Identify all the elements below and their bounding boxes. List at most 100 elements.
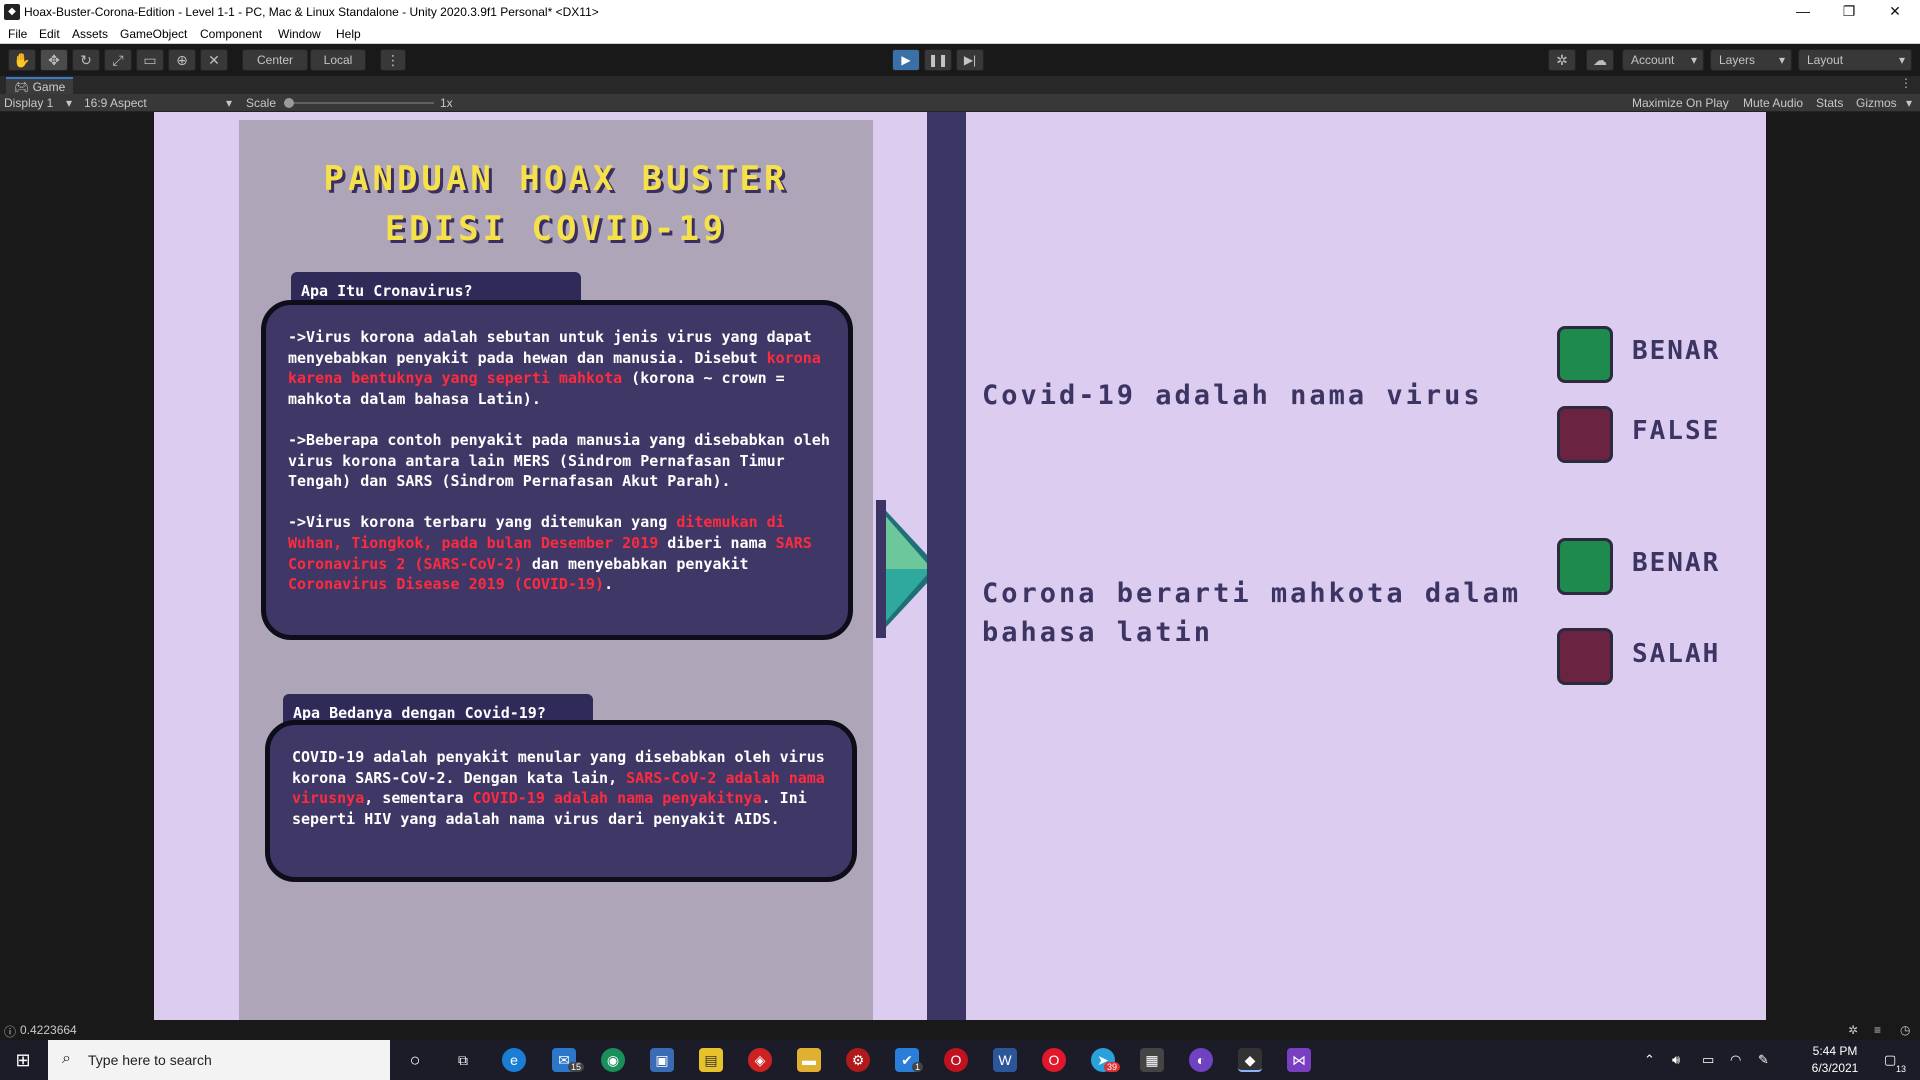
scale-tool-button[interactable]: ⤢: [104, 49, 132, 71]
q2-true-label: BENAR: [1632, 548, 1721, 578]
move-tool-button[interactable]: ✥: [40, 49, 68, 71]
menu-help[interactable]: Help: [336, 27, 361, 41]
maps-icon[interactable]: ◉: [601, 1048, 625, 1072]
display-dropdown[interactable]: Display 1: [4, 96, 53, 110]
guide-title: PANDUAN HOAX BUSTER EDISI COVID-19: [239, 154, 873, 254]
hand-tool-button[interactable]: ✋: [8, 49, 36, 71]
store-icon[interactable]: ▣: [650, 1048, 674, 1072]
pause-button[interactable]: ❚❚: [924, 49, 952, 71]
q1-false-label: FALSE: [1632, 416, 1721, 446]
unity-taskbar-icon[interactable]: ◆: [1238, 1048, 1262, 1072]
custom-tool-button[interactable]: ✕: [200, 49, 228, 71]
menu-file[interactable]: File: [8, 27, 27, 41]
layout-label: Layout: [1807, 53, 1844, 67]
transform-tool-button[interactable]: ⊕: [168, 49, 196, 71]
panel-divider: [927, 112, 966, 1020]
visual-studio-icon[interactable]: ⋈: [1287, 1048, 1311, 1072]
mute-audio-toggle[interactable]: Mute Audio: [1743, 96, 1803, 110]
chevron-down-icon: ▾: [66, 96, 73, 110]
question-2: Corona berarti mahkota dalam bahasa lati…: [982, 574, 1521, 652]
edge-icon[interactable]: e: [502, 1048, 526, 1072]
menu-assets[interactable]: Assets: [72, 27, 108, 41]
move-icon: ✥: [48, 52, 60, 68]
text: dan menyebabkan penyakit: [522, 554, 749, 573]
twitch-icon[interactable]: ▦: [1140, 1048, 1164, 1072]
main-toolbar: ✋ ✥ ↻ ⤢ ▭ ⊕ ✕ Center Local ⋮ ▶ ❚❚ ▶| ✲ ☁…: [0, 44, 1920, 76]
pivot-local-button[interactable]: Local: [310, 49, 366, 71]
q1-true-button[interactable]: [1557, 326, 1613, 383]
account-dropdown[interactable]: Account ▾: [1622, 49, 1704, 71]
scale-value: 1x: [440, 96, 453, 110]
game-app-icon[interactable]: ◈: [748, 1048, 772, 1072]
restore-button[interactable]: ❐: [1826, 0, 1872, 24]
highlight-text: Coronavirus Disease 2019 (COVID-19): [288, 575, 605, 594]
chevron-down-icon: ▾: [1898, 53, 1905, 67]
scale-slider[interactable]: [284, 102, 434, 104]
maximize-on-play-toggle[interactable]: Maximize On Play: [1632, 96, 1729, 110]
section2-bubble: COVID-19 adalah penyakit menular yang di…: [265, 720, 857, 882]
volume-icon[interactable]: 🔊︎: [1672, 1052, 1680, 1068]
stack-icon[interactable]: ≡: [1874, 1023, 1881, 1037]
q1-true-label: BENAR: [1632, 336, 1721, 366]
text: ->Virus korona terbaru yang ditemukan ya…: [288, 513, 677, 532]
sticky-notes-icon[interactable]: ▤: [699, 1048, 723, 1072]
menu-bar: File Edit Assets GameObject Component Wi…: [0, 24, 1920, 44]
tab-game[interactable]: 🎮︎ Game: [6, 77, 74, 94]
chevron-up-icon[interactable]: ⌃: [1644, 1052, 1655, 1068]
minimize-button[interactable]: —: [1780, 0, 1826, 24]
stats-toggle[interactable]: Stats: [1816, 96, 1843, 110]
menu-window[interactable]: Window: [278, 27, 321, 41]
search-icon: ⌕: [62, 1050, 71, 1067]
wifi-icon[interactable]: ◠: [1730, 1052, 1741, 1068]
notification-icon[interactable]: ▢: [1884, 1052, 1896, 1068]
pen-icon[interactable]: ✎: [1758, 1052, 1769, 1068]
layers-dropdown[interactable]: Layers ▾: [1710, 49, 1792, 71]
q2-true-button[interactable]: [1557, 538, 1613, 595]
grid-snap-button[interactable]: ⋮: [380, 49, 406, 71]
window-title: Hoax-Buster-Corona-Edition - Level 1-1 -…: [24, 5, 599, 19]
cortana-icon[interactable]: ○: [403, 1048, 427, 1072]
scale-icon: ⤢: [112, 52, 124, 68]
grid-icon: ⋮: [386, 52, 400, 68]
section1-paragraph2: ->Beberapa contoh penyakit pada manusia …: [288, 430, 830, 491]
center-label: Center: [256, 53, 294, 67]
debug-icon[interactable]: ✲: [1848, 1023, 1858, 1037]
rect-tool-button[interactable]: ▭: [136, 49, 164, 71]
q2-false-button[interactable]: [1557, 628, 1613, 685]
play-button[interactable]: ▶: [892, 49, 920, 71]
rotate-tool-button[interactable]: ↻: [72, 49, 100, 71]
battery-icon[interactable]: ▭: [1702, 1052, 1714, 1068]
word-icon[interactable]: W: [993, 1048, 1017, 1072]
collab-icon: ✲: [1556, 52, 1568, 68]
refresh-icon[interactable]: ◷: [1900, 1023, 1910, 1037]
opera-icon[interactable]: O: [1042, 1048, 1066, 1072]
aspect-dropdown[interactable]: 16:9 Aspect: [84, 96, 147, 110]
menu-component[interactable]: Component: [200, 27, 262, 41]
q1-false-button[interactable]: [1557, 406, 1613, 463]
step-button[interactable]: ▶|: [956, 49, 984, 71]
file-explorer-icon[interactable]: ▬: [797, 1048, 821, 1072]
red-app-icon[interactable]: ⚙: [846, 1048, 870, 1072]
github-icon[interactable]: ◐: [1189, 1048, 1213, 1072]
task-view-icon[interactable]: ⧉: [451, 1048, 475, 1072]
collab-button[interactable]: ✲: [1548, 49, 1576, 71]
transform-icon: ⊕: [176, 52, 188, 68]
scale-slider-handle[interactable]: [284, 98, 294, 108]
layout-dropdown[interactable]: Layout ▾: [1798, 49, 1912, 71]
opera-gx-icon[interactable]: O: [944, 1048, 968, 1072]
close-button[interactable]: ✕: [1872, 0, 1918, 24]
cloud-button[interactable]: ☁: [1586, 49, 1614, 71]
menu-gameobject[interactable]: GameObject: [120, 27, 187, 41]
console-message[interactable]: 0.4223664: [20, 1023, 77, 1037]
tab-menu-icon[interactable]: ⋮: [1900, 76, 1912, 90]
layers-label: Layers: [1719, 53, 1756, 67]
hand-icon: ✋: [13, 52, 31, 68]
chevron-down-icon: ▾: [1690, 53, 1697, 67]
windows-start-button[interactable]: ⊞: [0, 1040, 46, 1080]
taskbar-clock[interactable]: 5:44 PM 6/3/2021: [1800, 1043, 1870, 1077]
taskbar-search[interactable]: ⌕ Type here to search: [48, 1040, 390, 1080]
menu-edit[interactable]: Edit: [39, 27, 60, 41]
gizmos-dropdown[interactable]: Gizmos: [1856, 96, 1897, 110]
pivot-center-button[interactable]: Center: [242, 49, 308, 71]
chevron-down-icon: ▾: [226, 96, 233, 110]
